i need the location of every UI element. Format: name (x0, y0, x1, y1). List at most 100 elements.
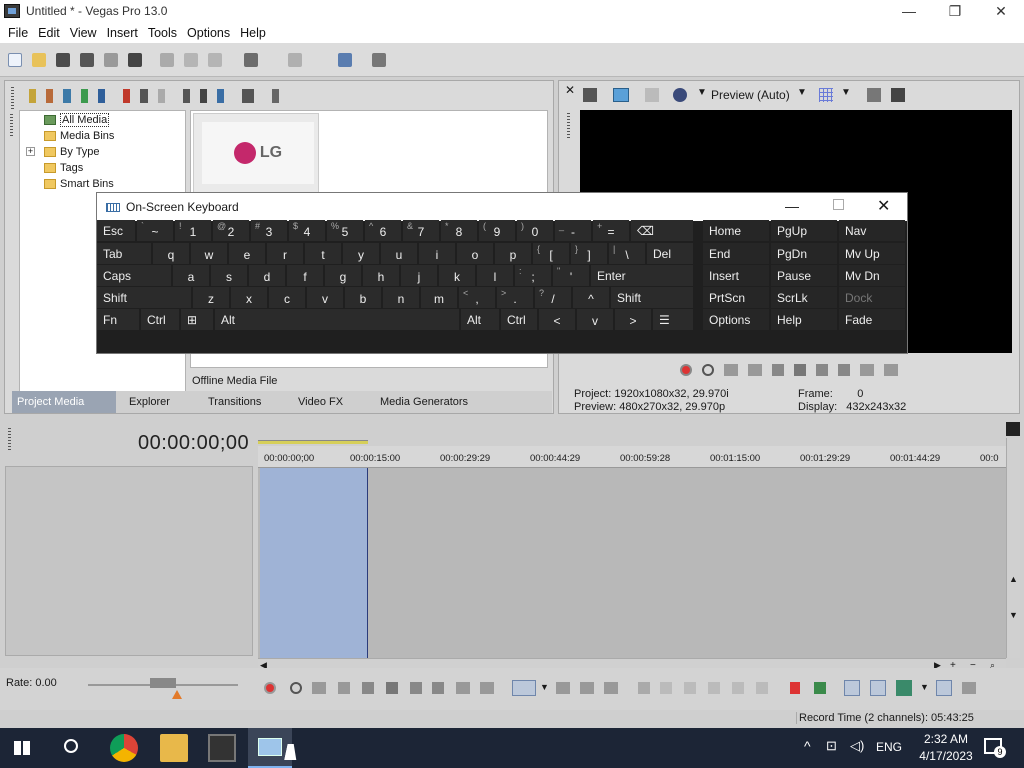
osk-key[interactable]: }] (571, 243, 607, 264)
osk-key[interactable]: Shift (97, 287, 191, 308)
timeline-ruler[interactable]: 00:00:00;00 00:00:15:00 00:00:29:29 00:0… (258, 440, 1006, 468)
osk-key[interactable]: q (153, 243, 189, 264)
ignore-event-grouping-button[interactable] (936, 680, 952, 696)
selection-tool-button[interactable] (580, 682, 594, 694)
preview-quality-dropdown[interactable]: Preview (Auto) (711, 88, 790, 102)
overlays-dropdown-icon[interactable]: ▼ (841, 87, 851, 98)
scroll-up-icon[interactable]: ▲ (1009, 574, 1019, 586)
capture-video-icon[interactable] (46, 89, 54, 103)
osk-key[interactable]: b (345, 287, 381, 308)
go-to-start-icon[interactable] (816, 364, 828, 376)
osk-minimize-button[interactable]: — (785, 198, 799, 214)
tree-item-all-media[interactable]: All Media (44, 112, 110, 127)
close-button[interactable]: ✕ (978, 0, 1024, 22)
osk-key[interactable]: y (343, 243, 379, 264)
osk-key[interactable]: " ' (553, 265, 589, 286)
external-monitor-icon[interactable] (613, 88, 629, 102)
snapping-dropdown-icon[interactable]: ▼ (920, 682, 929, 692)
osk-key[interactable]: e (229, 243, 265, 264)
redo-icon[interactable] (288, 53, 302, 67)
osk-taskbar-button[interactable] (248, 728, 292, 768)
osk-nav-key[interactable]: End (703, 243, 769, 264)
osk-key[interactable]: Ctrl (141, 309, 179, 330)
stop-icon[interactable] (794, 364, 806, 376)
timeline-vertical-scrollbar[interactable]: ▲ ▼ (1006, 438, 1020, 658)
osk-key[interactable]: | \ (609, 243, 645, 264)
split-button[interactable] (732, 682, 744, 694)
undo-icon[interactable] (244, 53, 258, 67)
osk-nav-key[interactable]: PrtScn (703, 287, 769, 308)
osk-key[interactable]: Tab (97, 243, 151, 264)
auto-crossfades-button[interactable] (870, 680, 886, 696)
remove-media-icon[interactable] (123, 89, 131, 103)
loop-icon[interactable] (702, 364, 714, 376)
osk-nav-key[interactable]: Fade (839, 309, 905, 330)
osk-key[interactable]: % 5 (327, 220, 363, 241)
osk-key[interactable]: g (325, 265, 361, 286)
project-properties-icon[interactable] (583, 88, 597, 102)
osk-key[interactable]: ? / (535, 287, 571, 308)
loop-playback-button[interactable] (290, 682, 302, 694)
vegas-taskbar-icon[interactable] (208, 734, 236, 762)
stop-media-icon[interactable] (199, 89, 208, 103)
next-frame-icon[interactable] (884, 364, 898, 376)
osk-key[interactable]: z (193, 287, 229, 308)
save-icon[interactable] (56, 53, 70, 67)
osk-key[interactable]: v (577, 309, 613, 330)
volume-icon[interactable]: ◁) (850, 738, 864, 754)
preview-quality-chevron-icon[interactable]: ▼ (797, 87, 807, 98)
osk-key[interactable]: :; (515, 265, 551, 286)
loop-region-bar[interactable] (258, 440, 368, 444)
osk-key[interactable]: Alt (461, 309, 499, 330)
osk-nav-key[interactable]: Mv Dn (839, 265, 905, 286)
osk-key[interactable]: & 7 (403, 220, 439, 241)
osk-key[interactable]: * 8 (441, 220, 477, 241)
new-file-icon[interactable] (8, 53, 22, 67)
osk-nav-key[interactable]: Pause (771, 265, 837, 286)
osk-key[interactable]: <, (459, 287, 495, 308)
osk-key[interactable]: x (231, 287, 267, 308)
osk-key[interactable]: >. (497, 287, 533, 308)
media-properties-icon[interactable] (140, 89, 148, 103)
osk-nav-key[interactable]: Home (703, 220, 769, 241)
osk-key[interactable]: w (191, 243, 227, 264)
language-indicator[interactable]: ENG (876, 740, 902, 754)
osk-key[interactable]: ^ (573, 287, 609, 308)
osk-key[interactable]: f (287, 265, 323, 286)
osk-key[interactable]: {[ (533, 243, 569, 264)
osk-key[interactable]: > (615, 309, 651, 330)
lock-envelopes-button[interactable] (756, 682, 768, 694)
osk-key[interactable]: ` ~ (137, 220, 173, 241)
zoom-icon[interactable] (271, 89, 279, 103)
windows-start-icon[interactable] (14, 741, 30, 755)
auto-preview-icon[interactable] (217, 89, 225, 103)
previous-frame-button[interactable] (456, 682, 470, 694)
views-icon[interactable] (242, 89, 254, 103)
osk-key[interactable]: ^ 6 (365, 220, 401, 241)
osk-nav-key[interactable]: Insert (703, 265, 769, 286)
zoom-tool-button[interactable] (604, 682, 618, 694)
go-to-end-icon[interactable] (838, 364, 850, 376)
tree-grip[interactable] (10, 114, 13, 138)
next-frame-button[interactable] (480, 682, 494, 694)
osk-key[interactable]: Fn (97, 309, 139, 330)
copy-snapshot-icon[interactable] (867, 88, 881, 102)
osk-key[interactable]: ☰ (653, 309, 693, 330)
pause-button[interactable] (362, 682, 374, 694)
tree-item-tags[interactable]: Tags (44, 160, 83, 175)
osk-key[interactable]: n (383, 287, 419, 308)
tab-video-fx[interactable]: Video FX (298, 396, 343, 408)
expand-by-type-toggle[interactable]: + (26, 147, 35, 156)
menu-view[interactable]: View (65, 26, 102, 40)
osk-key[interactable]: c (269, 287, 305, 308)
panel-grip[interactable] (567, 113, 570, 139)
menu-tools[interactable]: Tools (143, 26, 182, 40)
rate-slider-thumb[interactable] (150, 678, 176, 688)
show-hidden-icons-icon[interactable]: ^ (804, 738, 811, 754)
osk-nav-key[interactable]: PgDn (771, 243, 837, 264)
cut-icon[interactable] (160, 53, 174, 67)
osk-nav-key[interactable]: ScrLk (771, 287, 837, 308)
edit-tool-dropdown-icon[interactable]: ▼ (540, 682, 549, 692)
go-to-start-button[interactable] (410, 682, 422, 694)
trim-button[interactable] (660, 682, 672, 694)
